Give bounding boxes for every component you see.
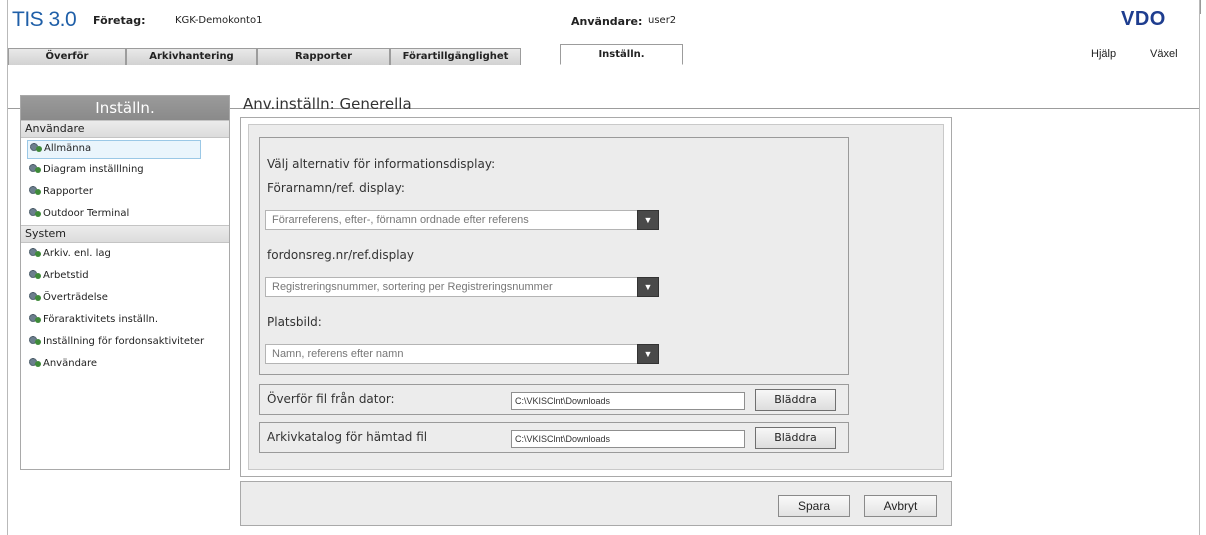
chevron-down-icon[interactable]: ▼: [637, 344, 659, 364]
app-logo: TIS 3.0: [12, 8, 77, 31]
action-bar: Spara Avbryt: [240, 481, 952, 526]
settings-sidebar: Inställn. Användare Allmänna Diagram ins…: [20, 95, 230, 470]
gear-icon: [29, 246, 42, 257]
settings-panel-inner: Välj alternativ för informationsdisplay:…: [248, 124, 944, 470]
scrollbar-stub[interactable]: [1200, 0, 1205, 14]
archive-path-input[interactable]: C:\VKISClnt\Downloads: [511, 430, 745, 448]
gear-icon: [29, 206, 42, 217]
location-display-label: Platsbild:: [267, 315, 322, 329]
cancel-button[interactable]: Avbryt: [864, 495, 937, 517]
gear-icon: [29, 268, 42, 279]
sidebar-item-label: Rapporter: [43, 186, 93, 197]
sidebar-item-fordonsaktiviteter[interactable]: Inställning för fordonsaktiviteter: [21, 331, 229, 353]
archive-browse-button[interactable]: Bläddra: [755, 427, 836, 449]
vehicle-display-value: Registreringsnummer, sortering per Regis…: [272, 281, 553, 293]
driver-display-value: Förarreferens, efter-, förnamn ordnade e…: [272, 214, 529, 226]
sidebar-item-label: Outdoor Terminal: [43, 208, 130, 219]
sidebar-item-outdoor-terminal[interactable]: Outdoor Terminal: [21, 203, 229, 225]
company-label: Företag:: [93, 14, 146, 27]
gear-icon: [29, 312, 42, 323]
tab-arkivhantering[interactable]: Arkivhantering: [126, 48, 257, 65]
sidebar-item-allmanna[interactable]: Allmänna: [27, 140, 201, 159]
upload-path-input[interactable]: C:\VKISClnt\Downloads: [511, 392, 745, 410]
help-link[interactable]: Hjälp: [1091, 48, 1116, 60]
sidebar-item-label: Användare: [43, 358, 98, 369]
sidebar-item-rapporter[interactable]: Rapporter: [21, 181, 229, 203]
sidebar-section-anvandare: Användare: [21, 120, 229, 138]
window-frame-left: [7, 0, 8, 535]
display-options-heading: Välj alternativ för informationsdisplay:: [267, 157, 496, 171]
vehicle-display-label: fordonsreg.nr/ref.display: [267, 248, 414, 262]
switch-link[interactable]: Växel: [1150, 48, 1178, 60]
sidebar-item-label: Allmänna: [44, 143, 92, 154]
sidebar-section-system: System: [21, 225, 229, 243]
app-header: TIS 3.0 Företag: KGK-Demokonto1 Användar…: [8, 0, 1199, 109]
upload-file-label: Överför fil från dator:: [267, 392, 395, 406]
sidebar-item-overtradelse[interactable]: Överträdelse: [21, 287, 229, 309]
sidebar-item-foraraktivitet[interactable]: Föraraktivitets inställn.: [21, 309, 229, 331]
vehicle-display-select[interactable]: Registreringsnummer, sortering per Regis…: [265, 277, 659, 297]
location-display-select[interactable]: Namn, referens efter namn ▼: [265, 344, 659, 364]
settings-panel: Välj alternativ för informationsdisplay:…: [240, 117, 952, 477]
gear-icon: [29, 184, 42, 195]
company-value: KGK-Demokonto1: [175, 15, 263, 26]
gear-icon: [29, 162, 42, 173]
driver-display-label: Förarnamn/ref. display:: [267, 181, 405, 195]
archive-folder-label: Arkivkatalog för hämtad fil: [267, 430, 428, 444]
user-value: user2: [648, 15, 677, 26]
sidebar-item-anvandare[interactable]: Användare: [21, 353, 229, 375]
sidebar-item-label: Överträdelse: [43, 292, 108, 303]
chevron-down-icon[interactable]: ▼: [637, 210, 659, 230]
sidebar-item-arkiv-enl-lag[interactable]: Arkiv. enl. lag: [21, 243, 229, 265]
display-options-group: Välj alternativ för informationsdisplay:…: [259, 137, 849, 375]
driver-display-select[interactable]: Förarreferens, efter-, förnamn ordnade e…: [265, 210, 659, 230]
tab-forartillganglighet[interactable]: Förartillgänglighet: [390, 48, 521, 65]
sidebar-item-label: Arkiv. enl. lag: [43, 248, 111, 259]
window-frame-right: [1199, 0, 1200, 535]
upload-browse-button[interactable]: Bläddra: [755, 389, 836, 411]
gear-icon: [30, 141, 43, 152]
sidebar-item-arbetstid[interactable]: Arbetstid: [21, 265, 229, 287]
sidebar-item-label: Föraraktivitets inställn.: [43, 314, 159, 325]
save-button[interactable]: Spara: [778, 495, 850, 517]
gear-icon: [29, 290, 42, 301]
main-tabs: Överför Arkivhantering Rapporter Förarti…: [8, 44, 1199, 109]
vdo-logo: VDO: [1121, 8, 1166, 30]
sidebar-item-label: Inställning för fordonsaktiviteter: [43, 336, 205, 347]
tab-overfor[interactable]: Överför: [8, 48, 126, 65]
sidebar-title: Inställn.: [21, 96, 229, 120]
sidebar-item-diagram[interactable]: Diagram inställlning: [21, 159, 229, 181]
gear-icon: [29, 334, 42, 345]
gear-icon: [29, 356, 42, 367]
tab-installn[interactable]: Inställn.: [560, 44, 683, 65]
sidebar-item-label: Arbetstid: [43, 270, 89, 281]
page-title: Anv.inställn: Generella: [243, 95, 412, 113]
archive-folder-group: Arkivkatalog för hämtad fil C:\VKISClnt\…: [259, 422, 849, 453]
user-label: Användare:: [571, 15, 643, 28]
location-display-value: Namn, referens efter namn: [272, 348, 404, 360]
chevron-down-icon[interactable]: ▼: [637, 277, 659, 297]
sidebar-item-label: Diagram inställlning: [43, 164, 144, 175]
tab-rapporter[interactable]: Rapporter: [257, 48, 390, 65]
upload-file-group: Överför fil från dator: C:\VKISClnt\Down…: [259, 384, 849, 415]
